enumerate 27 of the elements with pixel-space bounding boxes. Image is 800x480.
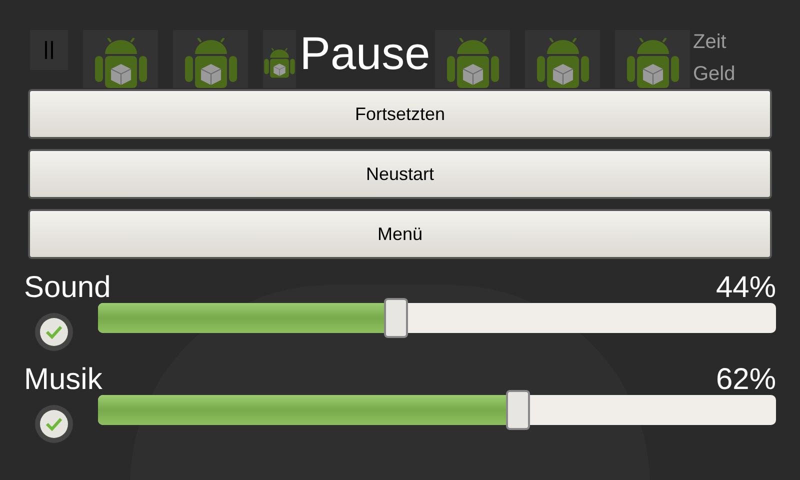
checkbox[interactable] bbox=[35, 313, 73, 351]
robot-icon bbox=[92, 38, 148, 88]
checkbox[interactable] bbox=[35, 405, 73, 443]
robot-icon bbox=[534, 38, 590, 88]
stat-label: Zeit bbox=[693, 30, 728, 55]
slider-reading: 62% bbox=[716, 363, 776, 397]
robot-icon bbox=[182, 38, 238, 88]
slider-label: Sound bbox=[24, 271, 111, 305]
robot-tile[interactable] bbox=[615, 30, 690, 88]
robot-tile[interactable] bbox=[435, 30, 510, 88]
robot-tile[interactable] bbox=[173, 30, 248, 88]
menu-button[interactable]: Neustart bbox=[28, 149, 772, 199]
menu-button[interactable]: Fortsetzten bbox=[28, 89, 772, 139]
slider-reading: 44% bbox=[716, 271, 776, 305]
dialog-title: Pause bbox=[298, 26, 432, 81]
check-icon bbox=[45, 417, 63, 431]
robot-tile[interactable] bbox=[83, 30, 158, 88]
slider-label: Musik bbox=[24, 363, 102, 397]
robot-icon bbox=[444, 38, 500, 88]
check-icon bbox=[45, 325, 63, 339]
slider-thumb[interactable] bbox=[506, 390, 530, 430]
robot-tile[interactable] bbox=[525, 30, 600, 88]
robot-icon bbox=[624, 38, 680, 88]
stat-label: Geld bbox=[693, 62, 736, 87]
slider-thumb[interactable] bbox=[384, 298, 408, 338]
menu-button[interactable]: Menü bbox=[28, 209, 772, 259]
robot-tile[interactable] bbox=[263, 30, 296, 88]
